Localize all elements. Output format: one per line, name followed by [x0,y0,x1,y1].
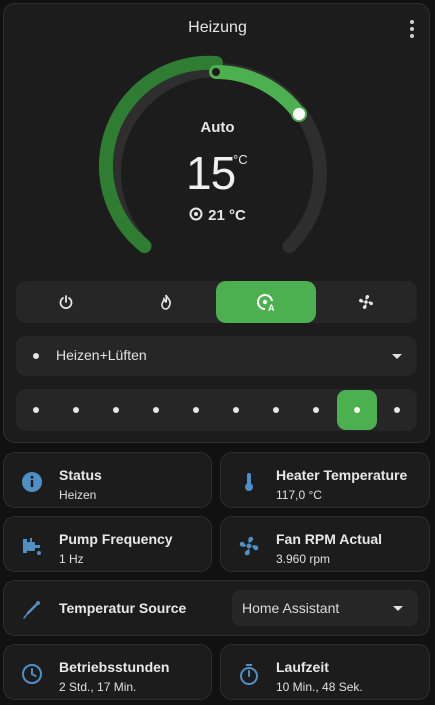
flame-icon [161,294,171,310]
fan-speed-step[interactable] [216,390,256,430]
fan-speed-step[interactable] [296,390,336,430]
thermostat-auto-icon: A [257,293,275,312]
target-temperature: 15 [186,147,236,199]
info-icon [22,472,42,492]
tile-name: Betriebsstunden [59,659,170,675]
hvac-mode-bar: A [16,281,417,323]
hvac-fan-button[interactable] [316,281,416,323]
current-temperature-value: 21 °C [208,207,246,224]
hvac-mode-label: Auto [200,119,235,136]
tile-value: 117,0 °C [276,488,322,502]
hvac-off-button[interactable] [16,281,116,323]
select-value: Home Assistant [242,600,340,616]
tile-name: Heater Temperature [276,467,408,483]
tile-value: 2 Std., 17 Min. [59,680,137,694]
preset-dot-icon [33,353,39,359]
thermometer-probe-icon [23,601,40,619]
tile-name: Laufzeit [276,659,329,675]
hvac-auto-button[interactable]: A [216,281,316,323]
tile-name: Fan RPM Actual [276,531,383,547]
pump-icon [23,538,41,555]
fan-speed-step[interactable] [176,390,216,430]
heater-temperature-tile[interactable]: Heater Temperature 117,0 °C [220,452,430,508]
tile-value: Heizen [59,488,97,502]
timer-icon [240,664,258,685]
clock-icon [22,664,42,684]
chevron-down-icon [392,354,402,359]
fan-speed-bar [16,389,417,431]
tile-name: Status [59,467,102,483]
pump-frequency-tile[interactable]: Pump Frequency 1 Hz [3,516,212,572]
tile-name: Pump Frequency [59,531,173,547]
fan-icon [239,536,259,556]
operating-hours-tile[interactable]: Betriebsstunden 2 Std., 17 Min. [3,644,212,700]
tile-value: 1 Hz [59,552,84,566]
svg-text:A: A [268,303,275,312]
tile-value: 10 Min., 48 Sek. [276,680,363,694]
thermometer-icon [245,473,253,491]
dial-low-handle [210,66,222,78]
fan-speed-step[interactable] [96,390,136,430]
fan-icon [359,295,373,309]
temperature-source-select[interactable]: Home Assistant [232,590,418,626]
fan-speed-step-active[interactable] [337,390,377,430]
fan-speed-step[interactable] [56,390,96,430]
thermostat-small-icon [189,207,203,225]
preset-select[interactable]: Heizen+Lüften [16,336,417,376]
target-unit: °C [233,152,248,167]
power-icon [59,295,73,309]
fan-speed-step[interactable] [136,390,176,430]
chevron-down-icon [393,606,403,611]
fan-speed-step[interactable] [16,390,56,430]
hvac-heat-button[interactable] [116,281,216,323]
current-temperature: 21 °C [0,207,435,225]
runtime-tile[interactable]: Laufzeit 10 Min., 48 Sek. [220,644,430,700]
fan-speed-step[interactable] [256,390,296,430]
preset-value: Heizen+Lüften [56,347,147,363]
tile-name: Temperatur Source [59,600,187,616]
fan-speed-step[interactable] [377,390,417,430]
dial-target-range [209,65,306,121]
tile-value: 3.960 rpm [276,552,331,566]
fan-rpm-tile[interactable]: Fan RPM Actual 3.960 rpm [220,516,430,572]
status-tile[interactable]: Status Heizen [3,452,212,508]
